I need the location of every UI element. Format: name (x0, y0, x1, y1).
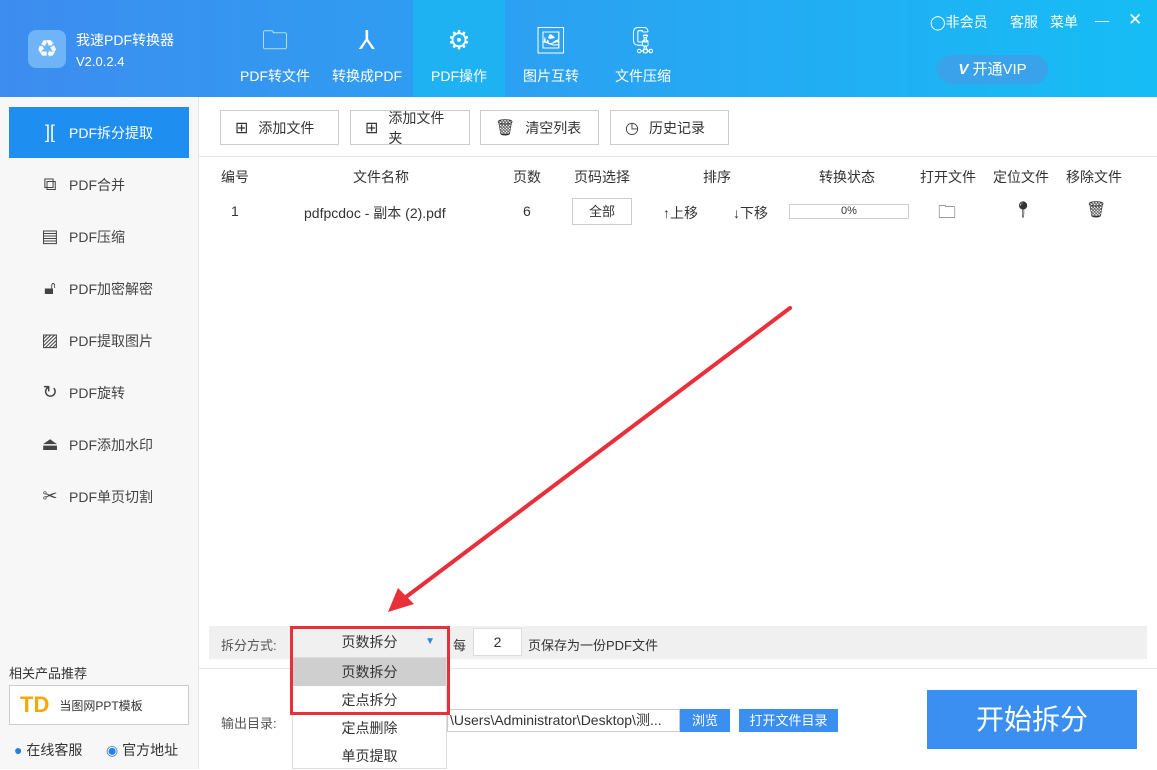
arrow-line (400, 306, 792, 602)
annotation-arrow (388, 306, 792, 612)
